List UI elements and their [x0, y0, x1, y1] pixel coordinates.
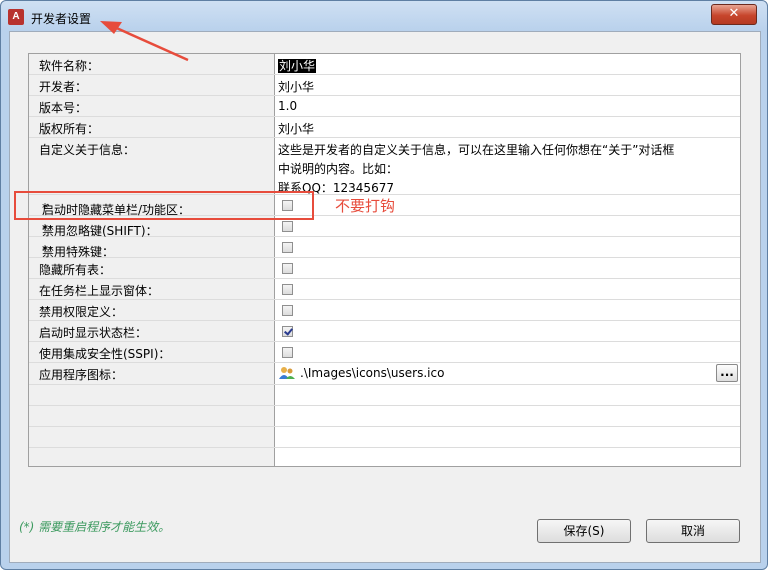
- save-button[interactable]: 保存(S): [537, 519, 631, 543]
- property-label: 自定义关于信息：: [39, 143, 136, 157]
- property-label: 版本号：: [39, 101, 88, 115]
- property-row-show-forms-taskbar: 在任务栏上显示窗体：: [29, 279, 740, 300]
- software-name-field[interactable]: 刘小华: [276, 54, 740, 74]
- property-row-disable-special-keys: * 禁用特殊键：: [29, 237, 740, 259]
- dialog-body: 软件名称： 刘小华 开发者： 刘小华 版本号： 1.0 版权所有： 刘小华 自定…: [9, 31, 761, 563]
- dialog-window: A 开发者设置 ✕ 软件名称： 刘小华 开发者： 刘小华 版本号： 1.0 版权…: [0, 0, 768, 570]
- property-row-hide-tables: 隐藏所有表：: [29, 258, 740, 279]
- empty-row: [29, 448, 740, 466]
- annotation-highlight-box: [14, 191, 314, 220]
- property-row-sspi: 使用集成安全性(SSPI)：: [29, 342, 740, 363]
- empty-row: [29, 427, 740, 448]
- empty-row: [29, 385, 740, 406]
- property-label: 应用程序图标：: [39, 368, 124, 382]
- property-label: 在任务栏上显示窗体：: [39, 284, 160, 298]
- property-label: 启动时显示状态栏：: [39, 326, 148, 340]
- version-field[interactable]: 1.0: [276, 96, 740, 116]
- property-row-app-icon: 应用程序图标： .\Images\icons\users.ico ...: [29, 363, 740, 385]
- property-grid: 软件名称： 刘小华 开发者： 刘小华 版本号： 1.0 版权所有： 刘小华 自定…: [28, 53, 741, 467]
- property-label: 禁用权限定义：: [39, 305, 124, 319]
- users-icon: [279, 367, 295, 379]
- app-icon-field[interactable]: .\Images\icons\users.ico ...: [276, 363, 740, 384]
- property-row-version: 版本号： 1.0: [29, 96, 740, 117]
- property-value: 刘小华: [278, 80, 315, 94]
- property-row-disable-permissions: 禁用权限定义：: [29, 300, 740, 321]
- about-line: 联系QQ：12345677: [278, 181, 394, 195]
- property-row-show-status-bar: 启动时显示状态栏：: [29, 321, 740, 342]
- property-value: 刘小华: [278, 59, 317, 73]
- property-row-about-info: 自定义关于信息： 这些是开发者的自定义关于信息，可以在这里输入任何你想在“关于”…: [29, 138, 740, 195]
- property-label: 版权所有：: [39, 122, 100, 136]
- about-line: 中说明的内容。比如：: [278, 162, 399, 176]
- about-line: 这些是开发者的自定义关于信息，可以在这里输入任何你想在“关于”对话框: [278, 143, 675, 157]
- browse-button[interactable]: ...: [716, 364, 738, 382]
- disable-permissions-checkbox[interactable]: [282, 305, 293, 316]
- annotation-text: 不要打钩: [335, 197, 396, 215]
- show-forms-taskbar-checkbox[interactable]: [282, 284, 293, 295]
- property-label: 开发者：: [39, 80, 88, 94]
- property-value: 1.0: [278, 99, 298, 113]
- property-row-copyright: 版权所有： 刘小华: [29, 117, 740, 138]
- sspi-checkbox[interactable]: [282, 347, 293, 358]
- close-button[interactable]: ✕: [711, 4, 757, 25]
- cancel-button[interactable]: 取消: [646, 519, 740, 543]
- disable-shift-checkbox[interactable]: [282, 221, 293, 232]
- about-info-textarea[interactable]: 这些是开发者的自定义关于信息，可以在这里输入任何你想在“关于”对话框 中说明的内…: [276, 138, 740, 194]
- property-label: 使用集成安全性(SSPI)：: [39, 347, 171, 361]
- disable-special-keys-checkbox[interactable]: [282, 242, 293, 253]
- annotation-arrow-icon: [100, 21, 189, 62]
- show-status-bar-checkbox[interactable]: [282, 326, 293, 337]
- property-row-developer: 开发者： 刘小华: [29, 75, 740, 96]
- hide-tables-checkbox[interactable]: [282, 263, 293, 274]
- restart-note: (*) 需要重启程序才能生效。: [19, 520, 171, 534]
- empty-row: [29, 406, 740, 427]
- property-label: 隐藏所有表：: [39, 263, 112, 277]
- copyright-field[interactable]: 刘小华: [276, 117, 740, 137]
- property-value: 刘小华: [278, 122, 315, 136]
- icon-path-value: .\Images\icons\users.ico: [300, 366, 445, 380]
- developer-field[interactable]: 刘小华: [276, 75, 740, 95]
